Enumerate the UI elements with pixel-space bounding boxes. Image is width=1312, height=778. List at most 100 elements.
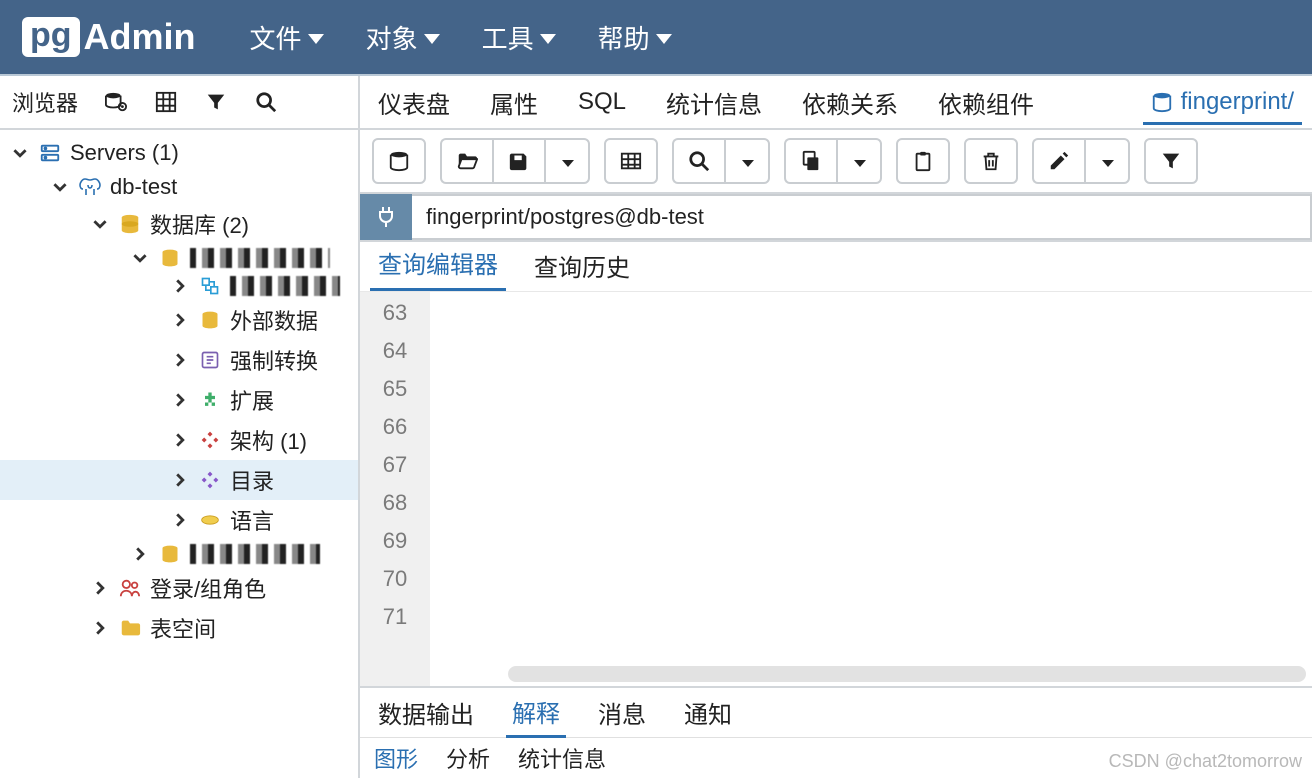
btn-filter[interactable] [1144,138,1198,184]
elephant-icon [78,175,102,199]
tree: Servers (1) db-test 数据库 (2) [0,130,358,778]
btn-search[interactable] [672,138,724,184]
tree-servers[interactable]: Servers (1) [0,136,358,170]
database-icon [1151,91,1173,113]
tree-login-roles[interactable]: 登录/组角色 [0,568,358,608]
tree-label: 表空间 [150,612,216,644]
cast-icon [198,350,222,370]
catalog-icon [198,470,222,490]
tree-label: 扩展 [230,384,274,416]
server-icon [38,142,62,164]
menu-tools[interactable]: 工具 [468,13,570,62]
chevron-down-icon [562,160,574,167]
sidebar-btn-search[interactable] [244,82,288,122]
tree-label: 外部数据 [230,304,318,336]
tab-dependents[interactable]: 依赖组件 [930,79,1042,126]
tree-force-cast[interactable]: 强制转换 [0,340,358,380]
line-number: 64 [360,332,430,370]
database-icon [158,544,182,564]
database-icon [158,248,182,268]
tree-language[interactable]: 语言 [0,500,358,540]
sidebar-title: 浏览器 [8,86,88,118]
tree-databases[interactable]: 数据库 (2) [0,204,358,244]
chevron-down-icon [742,160,754,167]
filter-icon [1160,150,1182,172]
btn-search-menu[interactable] [724,138,770,184]
sidebar-btn-filter[interactable] [194,82,238,122]
tree-item[interactable] [0,272,358,300]
btn-edit-menu[interactable] [1084,138,1130,184]
line-number: 68 [360,484,430,522]
tab-fingerprint[interactable]: fingerprint/ [1143,82,1302,125]
sub-analyze[interactable]: 分析 [446,742,490,774]
tree-tablespace[interactable]: 表空间 [0,608,358,648]
menu-file[interactable]: 文件 [236,13,338,62]
chevron-down-icon [540,34,556,44]
tree-extension[interactable]: 扩展 [0,380,358,420]
connection-label: fingerprint/postgres@db-test [426,204,704,230]
tree-dbtest[interactable]: db-test [0,170,358,204]
tree-db1[interactable] [0,244,358,272]
etab-query-history[interactable]: 查询历史 [526,242,638,291]
chevron-right-icon [170,433,190,447]
btn-save-menu[interactable] [544,138,590,184]
database-settings-icon [105,91,127,113]
btn-open[interactable] [440,138,492,184]
tree-db2[interactable] [0,540,358,568]
horizontal-scrollbar[interactable] [508,666,1306,682]
btn-db[interactable] [372,138,426,184]
otab-notifications[interactable]: 通知 [678,689,738,736]
btn-copy[interactable] [784,138,836,184]
main: 仪表盘 属性 SQL 统计信息 依赖关系 依赖组件 fingerprint/ [360,76,1312,778]
code-area[interactable] [430,292,1312,686]
editor-body: 636465666768697071 [360,292,1312,686]
btn-copy-menu[interactable] [836,138,882,184]
tab-properties[interactable]: 属性 [482,79,546,126]
tab-dashboard[interactable]: 仪表盘 [370,79,458,126]
database-icon [198,310,222,330]
btn-save[interactable] [492,138,544,184]
trash-icon [980,150,1002,172]
tree-catalog[interactable]: 目录 [0,460,358,500]
tree-label: 登录/组角色 [150,572,266,604]
tab-stats[interactable]: 统计信息 [658,79,770,126]
tree-ext-data[interactable]: 外部数据 [0,300,358,340]
sub-stats[interactable]: 统计信息 [518,742,606,774]
menu-tools-label: 工具 [482,19,534,56]
search-icon [688,150,710,172]
tree-schema[interactable]: 架构 (1) [0,420,358,460]
chevron-right-icon [170,313,190,327]
line-number: 66 [360,408,430,446]
menu-object[interactable]: 对象 [352,13,454,62]
chevron-right-icon [90,581,110,595]
chevron-right-icon [130,547,150,561]
database-icon [118,213,142,235]
sidebar-btn-db[interactable] [94,82,138,122]
btn-edit[interactable] [1032,138,1084,184]
btn-edit-grid[interactable] [604,138,658,184]
otab-data[interactable]: 数据输出 [372,689,480,736]
tab-sql[interactable]: SQL [570,82,634,122]
censored-label [190,248,330,268]
connection-selector[interactable]: fingerprint/postgres@db-test [412,194,1312,240]
connection-status-icon[interactable] [360,194,412,240]
grid-icon [155,91,177,113]
connection-bar: fingerprint/postgres@db-test [360,194,1312,242]
chevron-down-icon [130,251,150,265]
censored-label [230,276,340,296]
tab-dependencies[interactable]: 依赖关系 [794,79,906,126]
btn-paste[interactable] [896,138,950,184]
edit-icon [1048,150,1070,172]
btn-delete[interactable] [964,138,1018,184]
menu-help[interactable]: 帮助 [584,13,686,62]
menu-help-label: 帮助 [598,19,650,56]
etab-query-editor[interactable]: 查询编辑器 [370,239,506,291]
chevron-down-icon [308,34,324,44]
schema-icon [198,430,222,450]
sub-graph[interactable]: 图形 [374,742,418,774]
sidebar-btn-grid[interactable] [144,82,188,122]
otab-explain[interactable]: 解释 [506,688,566,738]
line-gutter: 636465666768697071 [360,292,430,686]
menu-file-label: 文件 [250,19,302,56]
otab-messages[interactable]: 消息 [592,689,652,736]
